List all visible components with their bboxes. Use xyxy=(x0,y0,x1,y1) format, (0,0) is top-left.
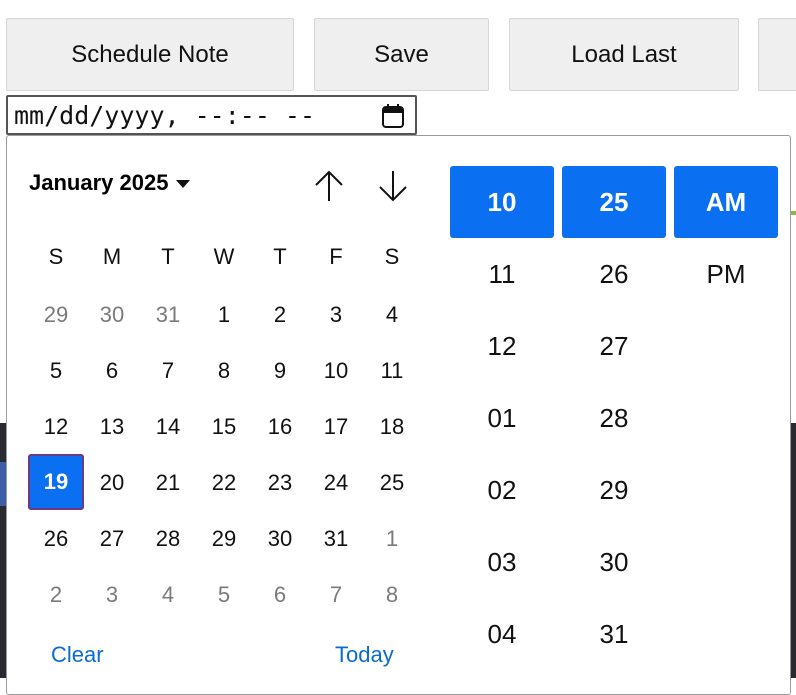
calendar-day-next-month[interactable]: 1 xyxy=(364,519,420,559)
weekday-header: T xyxy=(161,244,175,269)
calendar-day[interactable]: 9 xyxy=(252,351,308,391)
calendar-day[interactable]: 21 xyxy=(140,463,196,503)
calendar-day[interactable]: 11 xyxy=(364,351,420,391)
arrow-down-icon xyxy=(379,171,407,202)
calendar-day-next-month[interactable]: 8 xyxy=(364,575,420,615)
calendar-day[interactable]: 13 xyxy=(84,407,140,447)
month-year-label: January 2025 xyxy=(29,170,169,195)
minute-option[interactable]: 27 xyxy=(562,310,666,382)
hour-option[interactable]: 01 xyxy=(450,382,554,454)
next-month-button[interactable] xyxy=(373,166,413,206)
save-button[interactable]: Save xyxy=(314,18,489,91)
calendar-day-prev-month[interactable]: 31 xyxy=(140,295,196,335)
calendar-day[interactable]: 28 xyxy=(140,519,196,559)
calendar-day-next-month[interactable]: 3 xyxy=(84,575,140,615)
calendar-day[interactable]: 23 xyxy=(252,463,308,503)
weekday-header: S xyxy=(384,244,400,269)
calendar-day[interactable]: 30 xyxy=(252,519,308,559)
minute-option-selected[interactable]: 25 xyxy=(562,166,666,238)
calendar-day-prev-month[interactable]: 29 xyxy=(28,295,84,335)
calendar-icon[interactable] xyxy=(381,103,405,129)
extra-toolbar-button[interactable] xyxy=(758,18,796,91)
datetime-input[interactable]: mm/dd/yyyy, --:-- -- xyxy=(6,95,417,135)
hour-option[interactable]: 04 xyxy=(450,598,554,670)
calendar-day-prev-month[interactable]: 30 xyxy=(84,295,140,335)
minute-option[interactable]: 30 xyxy=(562,526,666,598)
weekday-header: F xyxy=(329,244,343,269)
datetime-picker-popup: January 2025 S M T W T F S 29 30 31 1 2 … xyxy=(6,135,791,695)
arrow-up-icon xyxy=(315,170,343,201)
calendar-day-next-month[interactable]: 7 xyxy=(308,575,364,615)
calendar-day[interactable]: 5 xyxy=(28,351,84,391)
calendar-day-next-month[interactable]: 2 xyxy=(28,575,84,615)
month-year-select[interactable]: January 2025 xyxy=(29,170,191,196)
meridiem-option[interactable]: PM xyxy=(674,238,778,310)
hour-option-selected[interactable]: 10 xyxy=(450,166,554,238)
calendar-day[interactable]: 24 xyxy=(308,463,364,503)
weekday-header: S xyxy=(48,244,64,269)
minute-option[interactable]: 31 xyxy=(562,598,666,670)
datetime-input-value: mm/dd/yyyy, --:-- -- xyxy=(14,100,316,130)
calendar-day[interactable]: 10 xyxy=(308,351,364,391)
hour-option[interactable]: 02 xyxy=(450,454,554,526)
meridiem-option-selected[interactable]: AM xyxy=(674,166,778,238)
calendar-day[interactable]: 14 xyxy=(140,407,196,447)
calendar-day[interactable]: 20 xyxy=(84,463,140,503)
minute-option[interactable]: 28 xyxy=(562,382,666,454)
calendar-day[interactable]: 25 xyxy=(364,463,420,503)
calendar-day[interactable]: 27 xyxy=(84,519,140,559)
calendar-day-next-month[interactable]: 6 xyxy=(252,575,308,615)
calendar-day[interactable]: 6 xyxy=(84,351,140,391)
previous-month-button[interactable] xyxy=(309,166,349,206)
weekday-header: T xyxy=(273,244,287,269)
schedule-note-button[interactable]: Schedule Note xyxy=(6,18,294,91)
calendar-day[interactable]: 18 xyxy=(364,407,420,447)
caret-down-icon xyxy=(176,180,191,188)
minute-option[interactable]: 26 xyxy=(562,238,666,310)
clear-button[interactable]: Clear xyxy=(51,642,104,668)
calendar-day[interactable]: 16 xyxy=(252,407,308,447)
today-button[interactable]: Today xyxy=(335,642,394,668)
calendar-day-selected[interactable]: 19 xyxy=(28,454,84,510)
calendar-day[interactable]: 7 xyxy=(140,351,196,391)
hour-option[interactable]: 11 xyxy=(450,238,554,310)
load-last-button[interactable]: Load Last xyxy=(509,18,739,91)
calendar-day[interactable]: 17 xyxy=(308,407,364,447)
calendar-day[interactable]: 22 xyxy=(196,463,252,503)
hour-option[interactable]: 03 xyxy=(450,526,554,598)
calendar-day[interactable]: 26 xyxy=(28,519,84,559)
calendar-day[interactable]: 8 xyxy=(196,351,252,391)
calendar-day-next-month[interactable]: 4 xyxy=(140,575,196,615)
calendar-day[interactable]: 1 xyxy=(196,295,252,335)
calendar-day[interactable]: 4 xyxy=(364,295,420,335)
calendar-day[interactable]: 29 xyxy=(196,519,252,559)
hour-option[interactable]: 12 xyxy=(450,310,554,382)
calendar-day[interactable]: 15 xyxy=(196,407,252,447)
calendar-day[interactable]: 3 xyxy=(308,295,364,335)
calendar-day[interactable]: 2 xyxy=(252,295,308,335)
calendar-day-next-month[interactable]: 5 xyxy=(196,575,252,615)
weekday-header: M xyxy=(102,244,122,269)
weekday-header: W xyxy=(213,244,235,269)
calendar-day[interactable]: 12 xyxy=(28,407,84,447)
minute-option[interactable]: 29 xyxy=(562,454,666,526)
calendar-day[interactable]: 31 xyxy=(308,519,364,559)
